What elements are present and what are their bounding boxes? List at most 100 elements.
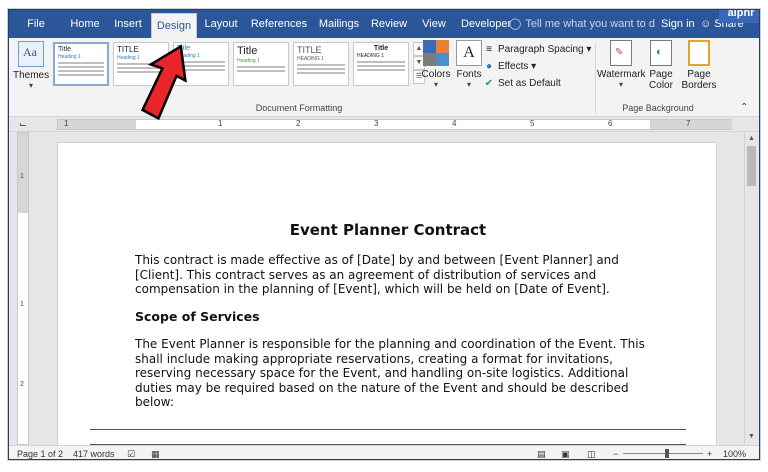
- paragraph-spacing-button[interactable]: ≡ Paragraph Spacing ▾: [483, 41, 593, 58]
- ruler-number: 6: [608, 119, 613, 128]
- blank-line: [90, 429, 686, 430]
- ribbon-panel: Aa Themes ▾ Title Heading 1 TITLE Headin…: [9, 38, 759, 117]
- zoom-out-icon[interactable]: −: [613, 446, 618, 459]
- effects-label: Effects: [498, 61, 529, 72]
- themes-icon: Aa: [18, 41, 44, 67]
- fonts-icon: A: [456, 40, 482, 66]
- sign-in-link[interactable]: Sign in: [661, 10, 695, 38]
- ruler-number: 1: [64, 119, 69, 128]
- red-pointer-arrow-icon: [140, 44, 187, 120]
- colors-button[interactable]: Colors ▾: [417, 40, 455, 102]
- collapse-ribbon-icon[interactable]: ⌃: [740, 102, 748, 113]
- effects-button[interactable]: ● Effects ▾: [483, 58, 593, 75]
- tab-review[interactable]: Review: [369, 10, 409, 38]
- group-label-document-formatting: Document Formatting: [255, 103, 343, 113]
- tab-layout[interactable]: Layout: [203, 10, 239, 38]
- thumb-title: TITLE: [297, 45, 322, 55]
- ruler-number: 2: [20, 381, 24, 388]
- scope-paragraph: The Event Planner is responsible for the…: [135, 337, 645, 409]
- page-borders-label: Page Borders: [681, 69, 717, 91]
- thumb-heading: Heading 1: [58, 54, 81, 60]
- page-borders-button[interactable]: Page Borders: [679, 40, 719, 91]
- read-mode-icon[interactable]: ▤: [537, 446, 546, 459]
- ribbon-tab-bar: File Home Insert Design Layout Reference…: [9, 10, 759, 38]
- scrollbar-thumb[interactable]: [747, 146, 756, 186]
- style-thumb[interactable]: Title HEADING 1: [353, 42, 409, 86]
- thumb-title: Title: [237, 45, 258, 57]
- style-set-gallery: Title Heading 1 TITLE Heading 1 Title He…: [53, 42, 425, 86]
- zoom-slider-knob[interactable]: [665, 449, 669, 458]
- tab-insert[interactable]: Insert: [111, 10, 145, 38]
- format-commands: ≡ Paragraph Spacing ▾ ● Effects ▾ ✔ Set as …: [483, 41, 593, 92]
- lightbulb-icon: ◯: [509, 18, 522, 30]
- tab-file[interactable]: File: [23, 10, 49, 38]
- tab-home[interactable]: Home: [67, 10, 103, 38]
- style-thumb[interactable]: TITLE HEADING 1: [293, 42, 349, 86]
- page-color-button[interactable]: ◐ Page Color: [645, 40, 677, 91]
- tab-references[interactable]: References: [247, 10, 311, 38]
- intro-paragraph: This contract is made effective as of [D…: [135, 253, 619, 296]
- tab-design[interactable]: Design: [151, 13, 197, 38]
- ruler-bar: ⌙ 1 1 2 3 4 5 6 7: [9, 117, 759, 132]
- thumb-heading: HEADING 1: [357, 53, 384, 59]
- themes-label: Themes: [13, 70, 50, 81]
- set-as-default-button[interactable]: ✔ Set as Default: [483, 75, 593, 92]
- person-icon: ☺: [700, 18, 712, 30]
- thumb-title: Title: [58, 46, 71, 53]
- group-separator: [595, 44, 596, 114]
- thumb-heading: HEADING 1: [297, 56, 324, 62]
- thumb-heading: Heading 1: [237, 58, 260, 64]
- vertical-ruler[interactable]: 1 1 2: [17, 132, 29, 445]
- document-title: Event Planner Contract: [289, 221, 487, 239]
- page-color-label: Page Color: [649, 69, 673, 91]
- ruler-number: 7: [686, 119, 691, 128]
- document-page[interactable]: Event Planner Contract This contract is …: [57, 142, 717, 445]
- vertical-scrollbar[interactable]: ▲ ▼: [744, 132, 758, 445]
- section-heading: Scope of Services: [135, 309, 260, 324]
- chevron-down-icon: ▾: [28, 81, 33, 90]
- set-as-default-label: Set as Default: [498, 78, 561, 89]
- scroll-up-arrow[interactable]: ▲: [745, 132, 758, 145]
- watermark-label: Watermark: [597, 69, 646, 80]
- alphr-logo: alphr: [719, 10, 759, 23]
- web-layout-icon[interactable]: ◫: [587, 446, 596, 459]
- tab-developer[interactable]: Developer: [461, 10, 511, 38]
- watermark-button[interactable]: ✎ Watermark ▾: [597, 40, 646, 89]
- document-canvas: 1 1 2 Event Planner Contract This contra…: [9, 132, 759, 445]
- chevron-down-icon: ▾: [466, 80, 471, 89]
- fonts-button[interactable]: A Fonts ▾: [451, 40, 487, 102]
- ruler-number: 1: [20, 301, 24, 308]
- page-count[interactable]: Page 1 of 2: [17, 446, 63, 459]
- print-layout-icon[interactable]: ▣: [561, 446, 570, 459]
- style-thumb[interactable]: Title Heading 1: [233, 42, 289, 86]
- group-label-page-background: Page Background: [622, 103, 694, 113]
- zoom-slider[interactable]: [623, 446, 703, 459]
- watermark-icon: ✎: [610, 40, 632, 66]
- ruler-number: 4: [452, 119, 457, 128]
- paragraph-spacing-icon: ≡: [486, 44, 492, 55]
- ruler-number: 1: [20, 173, 24, 180]
- style-thumb[interactable]: Title Heading 1: [53, 42, 109, 86]
- macro-icon[interactable]: ▦: [151, 446, 160, 459]
- tell-me-box[interactable]: ◯ Tell me what you want to d: [509, 10, 659, 38]
- tab-selector-icon[interactable]: ⌙: [19, 119, 29, 129]
- effects-icon: ●: [485, 61, 493, 72]
- fonts-label: Fonts: [456, 69, 482, 80]
- ruler-number: 3: [374, 119, 379, 128]
- ruler-number: 1: [218, 119, 223, 128]
- tab-view[interactable]: View: [419, 10, 449, 38]
- thumb-title: Title: [373, 45, 389, 52]
- chevron-down-icon: ▾: [531, 61, 537, 72]
- horizontal-ruler[interactable]: 1 1 2 3 4 5 6 7: [57, 119, 732, 130]
- zoom-in-icon[interactable]: +: [707, 446, 712, 459]
- themes-button[interactable]: Aa Themes ▾: [13, 41, 49, 103]
- chevron-down-icon: ▾: [586, 44, 592, 55]
- proofing-icon[interactable]: ☑: [127, 446, 135, 459]
- word-count[interactable]: 417 words: [73, 446, 115, 459]
- colors-label: Colors: [421, 69, 451, 80]
- status-bar: Page 1 of 2 417 words ☑ ▦ ▤ ▣ ◫ − + 100%: [9, 445, 759, 459]
- zoom-level[interactable]: 100%: [723, 446, 746, 459]
- scroll-down-arrow[interactable]: ▼: [745, 430, 758, 443]
- ruler-number: 5: [530, 119, 535, 128]
- tab-mailings[interactable]: Mailings: [313, 10, 365, 38]
